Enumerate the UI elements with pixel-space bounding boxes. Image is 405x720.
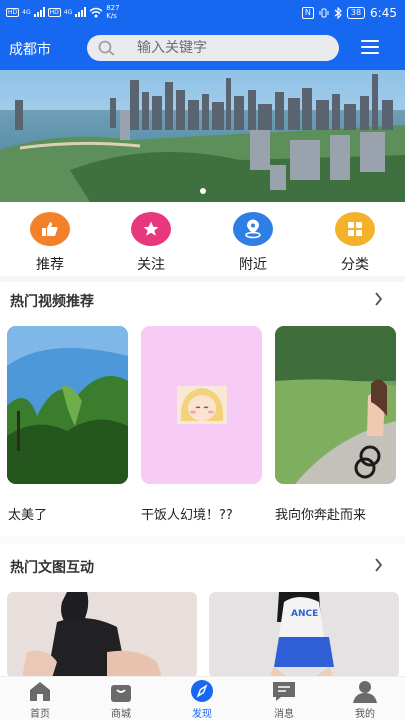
nav-label: 发现 bbox=[192, 709, 212, 720]
top-bar: HD 4G HD 4G 827 K/s N 38 6:45 成都市 bbox=[0, 0, 405, 70]
hot-posts-title: 热门文图互动 bbox=[10, 560, 94, 576]
category-label: 推荐 bbox=[36, 257, 64, 273]
compass-icon bbox=[191, 680, 213, 702]
video-caption: 干饭人幻境！?? bbox=[141, 508, 233, 523]
video-card[interactable] bbox=[141, 326, 262, 484]
clock: 6:45 bbox=[370, 6, 397, 20]
category-recommend[interactable]: 推荐 bbox=[20, 212, 80, 274]
video-card[interactable] bbox=[7, 326, 128, 484]
net-speed: 827 K/s bbox=[106, 4, 119, 20]
hd-badge: HD bbox=[6, 7, 20, 17]
network-type: 4G bbox=[22, 8, 31, 16]
girl-sport-photo-image: ANCE bbox=[209, 592, 399, 678]
shopping-bag-icon bbox=[111, 685, 131, 702]
post-card[interactable]: ANCE bbox=[209, 592, 399, 678]
anime-thumbnail-image bbox=[141, 326, 262, 484]
girl-photo-image bbox=[7, 592, 197, 678]
category-label: 附近 bbox=[239, 257, 267, 273]
net-speed-value: 827 bbox=[106, 4, 120, 12]
chevron-right-icon[interactable] bbox=[374, 292, 383, 306]
banner-carousel[interactable] bbox=[0, 70, 405, 202]
bluetooth-icon bbox=[334, 7, 342, 19]
app-header: 成都市 bbox=[0, 30, 405, 66]
cyclist-image bbox=[275, 326, 396, 484]
bottom-nav: 首页 商城 发现 消息 我的 bbox=[0, 676, 405, 720]
category-row: 推荐 关注 附近 分类 bbox=[0, 212, 405, 274]
user-icon bbox=[353, 681, 377, 703]
category-label: 分类 bbox=[341, 257, 369, 273]
video-caption: 我向你奔赴而来 bbox=[275, 508, 367, 523]
svg-text:ANCE: ANCE bbox=[291, 609, 318, 619]
thumbs-up-icon bbox=[30, 212, 70, 246]
battery-icon: 38 bbox=[346, 7, 366, 19]
status-bar: HD 4G HD 4G 827 K/s N 38 6:45 bbox=[0, 0, 405, 28]
search-input[interactable] bbox=[137, 38, 327, 58]
forest-image bbox=[7, 326, 128, 484]
search-icon bbox=[98, 40, 115, 56]
hot-videos-title: 热门视频推荐 bbox=[10, 294, 94, 310]
network-type-2: 4G bbox=[63, 8, 73, 16]
nav-label: 商城 bbox=[111, 709, 131, 720]
message-icon bbox=[273, 682, 295, 701]
nav-messages[interactable]: 消息 bbox=[257, 679, 311, 720]
city-skyline-image bbox=[0, 70, 405, 202]
net-speed-unit: K/s bbox=[106, 12, 117, 20]
location-pin-icon bbox=[233, 212, 273, 246]
nav-discover[interactable]: 发现 bbox=[175, 679, 229, 720]
carousel-dot[interactable] bbox=[199, 188, 206, 194]
nav-mall[interactable]: 商城 bbox=[94, 679, 148, 720]
video-card[interactable] bbox=[275, 326, 396, 484]
wifi-icon bbox=[89, 7, 103, 17]
video-caption: 太美了 bbox=[8, 508, 48, 523]
star-icon bbox=[131, 212, 171, 246]
signal-icon bbox=[33, 7, 45, 17]
section-divider bbox=[0, 536, 405, 544]
home-icon bbox=[30, 682, 50, 701]
nav-home[interactable]: 首页 bbox=[13, 679, 67, 720]
hd-badge-2: HD bbox=[47, 7, 61, 17]
nfc-icon: N bbox=[301, 7, 314, 19]
section-divider bbox=[0, 276, 405, 282]
menu-icon[interactable] bbox=[361, 40, 379, 56]
carousel-indicator bbox=[0, 188, 405, 194]
vibrate-icon bbox=[319, 8, 329, 18]
chevron-right-icon[interactable] bbox=[374, 558, 383, 572]
category-label: 关注 bbox=[137, 257, 165, 273]
signal-icon-2 bbox=[75, 7, 87, 17]
category-classify[interactable]: 分类 bbox=[325, 212, 385, 274]
nav-label: 首页 bbox=[30, 709, 50, 720]
post-card[interactable] bbox=[7, 592, 197, 678]
nav-profile[interactable]: 我的 bbox=[338, 679, 392, 720]
nav-label: 消息 bbox=[274, 709, 294, 720]
category-follow[interactable]: 关注 bbox=[121, 212, 181, 274]
city-selector[interactable]: 成都市 bbox=[9, 39, 51, 59]
search-box[interactable] bbox=[87, 35, 339, 61]
nav-label: 我的 bbox=[355, 709, 375, 720]
category-nearby[interactable]: 附近 bbox=[223, 212, 283, 274]
grid-icon bbox=[335, 212, 375, 246]
